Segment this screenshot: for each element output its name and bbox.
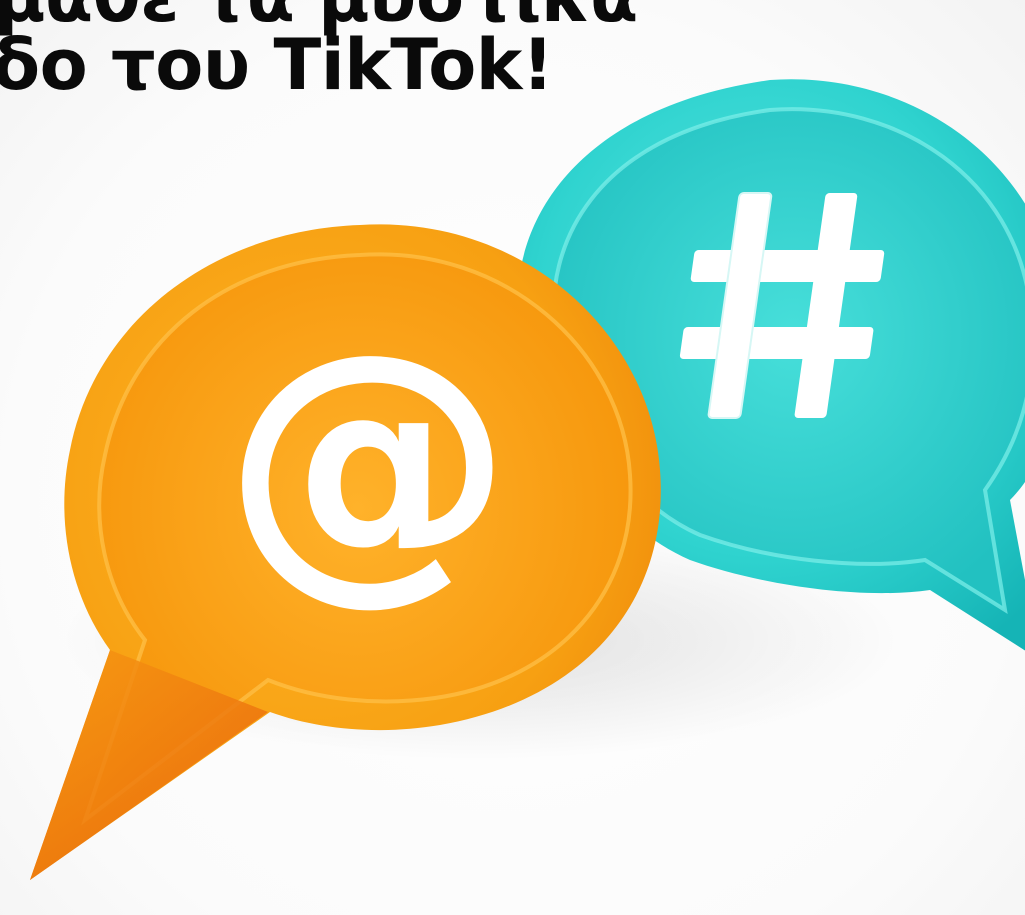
- speech-bubbles-illustration: @: [30, 79, 1025, 881]
- headline-line-2: δο του TikTok!: [0, 24, 554, 106]
- at-sign-glyph: @: [223, 292, 513, 629]
- headline: μάθε τα μυστικά δο του TikTok!: [0, 0, 700, 120]
- hero-banner: μάθε τα μυστικά δο του TikTok!: [0, 0, 1025, 915]
- at-sign-icon: @: [223, 292, 513, 629]
- at-sign-bubble: @: [30, 224, 661, 881]
